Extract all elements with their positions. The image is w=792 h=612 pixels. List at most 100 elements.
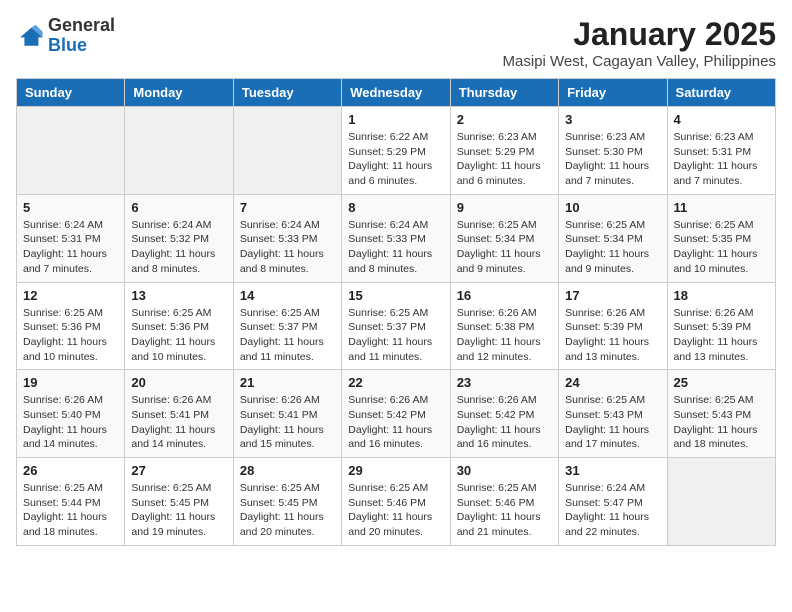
day-number: 6 <box>131 200 226 215</box>
weekday-header-monday: Monday <box>125 79 233 107</box>
calendar-table: SundayMondayTuesdayWednesdayThursdayFrid… <box>16 78 776 546</box>
weekday-header-tuesday: Tuesday <box>233 79 341 107</box>
day-info: Sunrise: 6:25 AMSunset: 5:37 PMDaylight:… <box>348 306 443 365</box>
day-number: 19 <box>23 375 118 390</box>
day-number: 7 <box>240 200 335 215</box>
calendar-cell: 16 Sunrise: 6:26 AMSunset: 5:38 PMDayligh… <box>450 282 558 370</box>
calendar-cell: 4Sunrise: 6:23 AMSunset: 5:31 PMDaylight… <box>667 107 775 195</box>
calendar-cell: 14 Sunrise: 6:25 AMSunset: 5:37 PMDayligh… <box>233 282 341 370</box>
calendar-cell: 29 Sunrise: 6:25 AMSunset: 5:46 PMDayligh… <box>342 458 450 546</box>
day-info: Sunrise: 6:23 AMSunset: 5:31 PMDaylight:… <box>674 130 769 189</box>
calendar-cell: 15 Sunrise: 6:25 AMSunset: 5:37 PMDayligh… <box>342 282 450 370</box>
day-number: 15 <box>348 288 443 303</box>
day-number: 28 <box>240 463 335 478</box>
month-title: January 2025 <box>503 16 776 53</box>
calendar-header-row: SundayMondayTuesdayWednesdayThursdayFrid… <box>17 79 776 107</box>
calendar-cell <box>667 458 775 546</box>
calendar-cell: 9 Sunrise: 6:25 AMSunset: 5:34 PMDaylight… <box>450 194 558 282</box>
weekday-header-saturday: Saturday <box>667 79 775 107</box>
day-info: Sunrise: 6:26 AMSunset: 5:38 PMDaylight:… <box>457 306 552 365</box>
calendar-cell: 8Sunrise: 6:24 AMSunset: 5:33 PMDaylight… <box>342 194 450 282</box>
day-info: Sunrise: 6:25 AMSunset: 5:45 PMDaylight:… <box>240 481 335 540</box>
day-info: Sunrise: 6:24 AMSunset: 5:31 PMDaylight:… <box>23 218 118 277</box>
day-info: Sunrise: 6:26 AMSunset: 5:39 PMDaylight:… <box>674 306 769 365</box>
calendar-cell: 26 Sunrise: 6:25 AMSunset: 5:44 PMDayligh… <box>17 458 125 546</box>
calendar-cell: 10 Sunrise: 6:25 AMSunset: 5:34 PMDayligh… <box>559 194 667 282</box>
day-info: Sunrise: 6:25 AMSunset: 5:43 PMDaylight:… <box>565 393 660 452</box>
day-number: 23 <box>457 375 552 390</box>
calendar-cell: 12 Sunrise: 6:25 AMSunset: 5:36 PMDayligh… <box>17 282 125 370</box>
day-number: 9 <box>457 200 552 215</box>
calendar-cell <box>233 107 341 195</box>
day-info: Sunrise: 6:26 AMSunset: 5:41 PMDaylight:… <box>131 393 226 452</box>
calendar-week-3: 12 Sunrise: 6:25 AMSunset: 5:36 PMDayligh… <box>17 282 776 370</box>
calendar-week-1: 1 Sunrise: 6:22 AMSunset: 5:29 PMDaylight… <box>17 107 776 195</box>
weekday-header-wednesday: Wednesday <box>342 79 450 107</box>
calendar-cell: 27 Sunrise: 6:25 AMSunset: 5:45 PMDayligh… <box>125 458 233 546</box>
calendar-cell: 2 Sunrise: 6:23 AMSunset: 5:29 PMDaylight… <box>450 107 558 195</box>
calendar-cell: 18 Sunrise: 6:26 AMSunset: 5:39 PMDayligh… <box>667 282 775 370</box>
day-number: 5 <box>23 200 118 215</box>
page-header: General Blue January 2025 Masipi West, C… <box>16 16 776 70</box>
day-number: 12 <box>23 288 118 303</box>
calendar-cell: 23 Sunrise: 6:26 AMSunset: 5:42 PMDayligh… <box>450 370 558 458</box>
logo-general-text: General <box>48 15 115 35</box>
calendar-cell: 13Sunrise: 6:25 AMSunset: 5:36 PMDayligh… <box>125 282 233 370</box>
day-number: 1 <box>348 112 443 127</box>
day-info: Sunrise: 6:24 AMSunset: 5:47 PMDaylight:… <box>565 481 660 540</box>
location-subtitle: Masipi West, Cagayan Valley, Philippines <box>503 53 776 70</box>
day-info: Sunrise: 6:23 AMSunset: 5:29 PMDaylight:… <box>457 130 552 189</box>
day-number: 24 <box>565 375 660 390</box>
calendar-cell: 11 Sunrise: 6:25 AMSunset: 5:35 PMDayligh… <box>667 194 775 282</box>
calendar-week-5: 26 Sunrise: 6:25 AMSunset: 5:44 PMDayligh… <box>17 458 776 546</box>
calendar-cell: 6 Sunrise: 6:24 AMSunset: 5:32 PMDaylight… <box>125 194 233 282</box>
title-block: January 2025 Masipi West, Cagayan Valley… <box>503 16 776 70</box>
day-info: Sunrise: 6:26 AMSunset: 5:41 PMDaylight:… <box>240 393 335 452</box>
day-info: Sunrise: 6:25 AMSunset: 5:43 PMDaylight:… <box>674 393 769 452</box>
day-info: Sunrise: 6:24 AMSunset: 5:32 PMDaylight:… <box>131 218 226 277</box>
day-number: 10 <box>565 200 660 215</box>
day-number: 21 <box>240 375 335 390</box>
day-info: Sunrise: 6:26 AMSunset: 5:42 PMDaylight:… <box>457 393 552 452</box>
day-number: 16 <box>457 288 552 303</box>
day-info: Sunrise: 6:25 AMSunset: 5:36 PMDaylight:… <box>23 306 118 365</box>
calendar-cell: 28 Sunrise: 6:25 AMSunset: 5:45 PMDayligh… <box>233 458 341 546</box>
calendar-cell: 25Sunrise: 6:25 AMSunset: 5:43 PMDayligh… <box>667 370 775 458</box>
calendar-cell: 24 Sunrise: 6:25 AMSunset: 5:43 PMDayligh… <box>559 370 667 458</box>
day-number: 20 <box>131 375 226 390</box>
logo-icon <box>16 22 44 50</box>
logo: General Blue <box>16 16 115 56</box>
calendar-cell: 5 Sunrise: 6:24 AMSunset: 5:31 PMDaylight… <box>17 194 125 282</box>
day-info: Sunrise: 6:26 AMSunset: 5:40 PMDaylight:… <box>23 393 118 452</box>
day-number: 11 <box>674 200 769 215</box>
day-info: Sunrise: 6:25 AMSunset: 5:46 PMDaylight:… <box>348 481 443 540</box>
day-info: Sunrise: 6:25 AMSunset: 5:46 PMDaylight:… <box>457 481 552 540</box>
day-info: Sunrise: 6:22 AMSunset: 5:29 PMDaylight:… <box>348 130 443 189</box>
calendar-week-4: 19 Sunrise: 6:26 AMSunset: 5:40 PMDayligh… <box>17 370 776 458</box>
day-number: 2 <box>457 112 552 127</box>
day-number: 26 <box>23 463 118 478</box>
day-number: 14 <box>240 288 335 303</box>
day-number: 18 <box>674 288 769 303</box>
day-number: 31 <box>565 463 660 478</box>
day-number: 27 <box>131 463 226 478</box>
logo-blue-text: Blue <box>48 35 87 55</box>
calendar-cell: 7Sunrise: 6:24 AMSunset: 5:33 PMDaylight… <box>233 194 341 282</box>
day-info: Sunrise: 6:25 AMSunset: 5:44 PMDaylight:… <box>23 481 118 540</box>
calendar-cell <box>125 107 233 195</box>
day-info: Sunrise: 6:25 AMSunset: 5:37 PMDaylight:… <box>240 306 335 365</box>
day-info: Sunrise: 6:25 AMSunset: 5:36 PMDaylight:… <box>131 306 226 365</box>
day-info: Sunrise: 6:25 AMSunset: 5:45 PMDaylight:… <box>131 481 226 540</box>
weekday-header-friday: Friday <box>559 79 667 107</box>
day-info: Sunrise: 6:23 AMSunset: 5:30 PMDaylight:… <box>565 130 660 189</box>
weekday-header-thursday: Thursday <box>450 79 558 107</box>
calendar-week-2: 5 Sunrise: 6:24 AMSunset: 5:31 PMDaylight… <box>17 194 776 282</box>
calendar-cell: 22Sunrise: 6:26 AMSunset: 5:42 PMDayligh… <box>342 370 450 458</box>
day-info: Sunrise: 6:25 AMSunset: 5:34 PMDaylight:… <box>565 218 660 277</box>
day-info: Sunrise: 6:25 AMSunset: 5:35 PMDaylight:… <box>674 218 769 277</box>
day-number: 29 <box>348 463 443 478</box>
calendar-cell: 1 Sunrise: 6:22 AMSunset: 5:29 PMDaylight… <box>342 107 450 195</box>
calendar-cell: 21 Sunrise: 6:26 AMSunset: 5:41 PMDayligh… <box>233 370 341 458</box>
day-info: Sunrise: 6:25 AMSunset: 5:34 PMDaylight:… <box>457 218 552 277</box>
calendar-cell: 31 Sunrise: 6:24 AMSunset: 5:47 PMDayligh… <box>559 458 667 546</box>
